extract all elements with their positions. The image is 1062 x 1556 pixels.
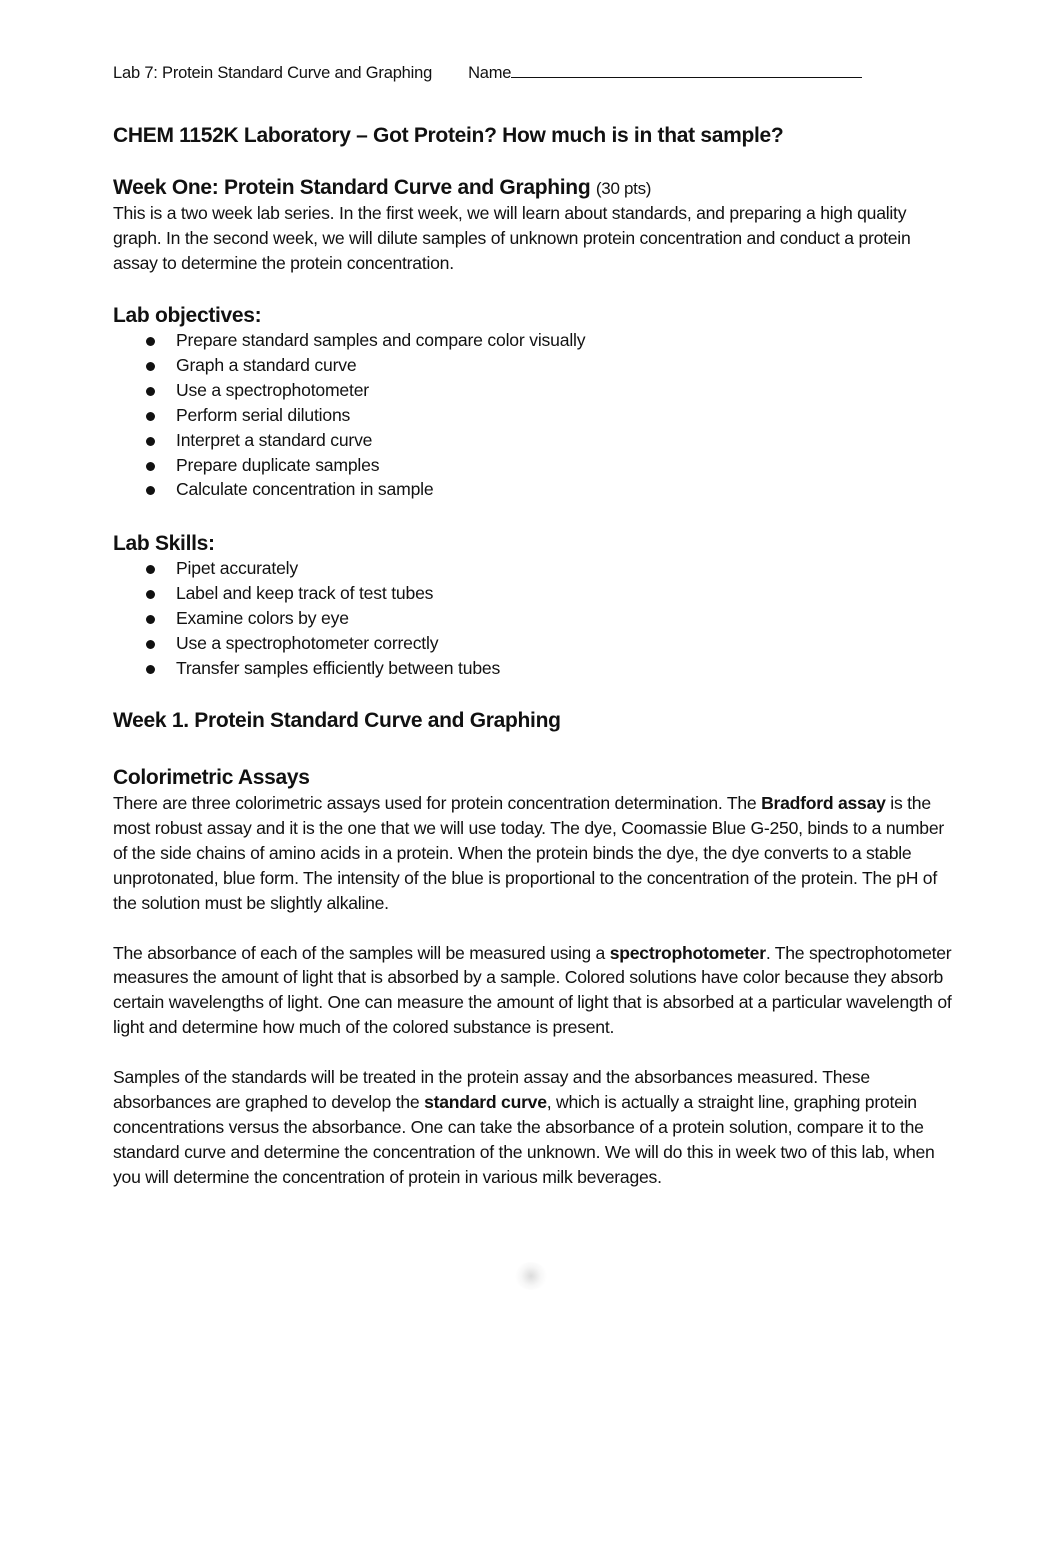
bullet-icon [146,386,155,396]
list-item-text: Transfer samples efficiently between tub… [176,657,501,678]
bullet-icon [146,664,155,674]
list-item-text: Label and keep track of test tubes [176,582,434,603]
name-blank-line [511,63,863,78]
bullet-icon [146,589,155,599]
skill-item: Transfer samples efficiently between tub… [113,656,500,681]
page-header: Lab 7: Protein Standard Curve and Graphi… [113,63,863,83]
list-item-text: Perform serial dilutions [176,404,351,425]
list-item-text: Examine colors by eye [176,607,349,628]
objectives-section: Lab objectives: Prepare standard samples… [113,304,586,502]
list-item-text: Calculate concentration in sample [176,479,434,500]
skill-item: Use a spectrophotometer correctly [113,631,500,656]
skill-item: Pipet accurately [113,556,500,581]
bullet-icon [146,614,155,624]
lab-title: Lab 7: Protein Standard Curve and Graphi… [113,64,433,82]
week-one-heading-text: Week One: Protein Standard Curve and Gra… [113,176,591,199]
points-label: (30 pts) [595,179,652,198]
bullet-icon [146,565,155,574]
colorimetric-section: Colorimetric Assays There are three colo… [113,766,958,1190]
list-item-text: Interpret a standard curve [176,429,373,450]
skill-item: Examine colors by eye [113,606,500,631]
week1-heading: Week 1. Protein Standard Curve and Graph… [113,709,561,732]
list-item-text: Graph a standard curve [176,354,357,375]
scan-smudge [515,1262,547,1290]
objectives-heading: Lab objectives: [113,304,262,327]
list-item-text: Prepare standard samples and compare col… [176,330,586,350]
colorimetric-paragraph-1: There are three colorimetric assays used… [113,793,944,913]
colorimetric-paragraph-3: Samples of the standards will be treated… [113,1067,935,1187]
week-one-section: Week One: Protein Standard Curve and Gra… [113,176,958,276]
skill-item: Label and keep track of test tubes [113,581,500,606]
bullet-icon [146,337,155,346]
document-title: CHEM 1152K Laboratory – Got Protein? How… [113,124,784,147]
objective-item: Graph a standard curve [113,353,585,378]
list-item-text: Pipet accurately [176,558,298,578]
colorimetric-paragraph-2: The absorbance of each of the samples wi… [113,942,952,1038]
list-item-text: Use a spectrophotometer [176,379,369,400]
objective-item: Prepare standard samples and compare col… [113,328,586,353]
name-label: Name [468,64,512,82]
bullet-icon [146,486,155,496]
bullet-icon [146,411,155,421]
bullet-icon [146,639,155,649]
bullet-icon [146,436,155,446]
objective-item: Prepare duplicate samples [113,453,585,478]
objective-item: Interpret a standard curve [113,428,585,453]
skills-list: Pipet accurately Label and keep track of … [113,556,500,681]
week-one-intro: This is a two week lab series. In the fi… [113,203,911,273]
standard-curve-term: standard curve [424,1092,547,1113]
list-item-text: Use a spectrophotometer correctly [176,632,439,653]
week-one-heading: Week One: Protein Standard Curve and Gra… [113,176,958,200]
list-item-text: Prepare duplicate samples [176,454,380,475]
objectives-list: Prepare standard samples and compare col… [113,328,586,502]
skills-heading: Lab Skills: [113,532,215,555]
colorimetric-heading: Colorimetric Assays [113,766,310,789]
objective-item: Use a spectrophotometer [113,378,585,403]
spectrophotometer-term: spectrophotometer [609,942,766,963]
bullet-icon [146,361,155,371]
bradford-assay-term: Bradford assay [761,793,886,813]
bullet-icon [146,461,155,471]
skills-section: Lab Skills: Pipet accurately Label and ke… [113,532,500,681]
objective-item: Calculate concentration in sample [113,477,585,502]
objective-item: Perform serial dilutions [113,403,585,428]
